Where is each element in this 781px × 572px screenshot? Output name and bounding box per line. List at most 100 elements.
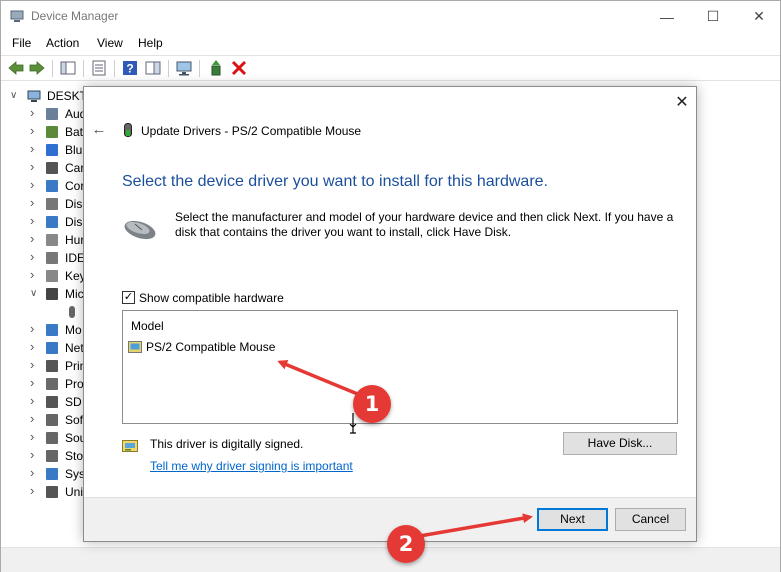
tree-item-label: Bat <box>65 125 84 139</box>
tree-item[interactable]: › IDE <box>1 249 91 267</box>
tree-item[interactable]: › Pro <box>1 375 91 393</box>
chevron-right-icon[interactable]: › <box>30 267 34 282</box>
mouse-device-icon <box>124 123 132 137</box>
processor-icon <box>46 378 58 390</box>
window-title: Device Manager <box>31 9 119 23</box>
tree-item[interactable]: › Sto <box>1 447 91 465</box>
tree-item-label: Net <box>65 341 84 355</box>
chevron-right-icon[interactable]: › <box>30 339 34 354</box>
signed-status-text: This driver is digitally signed. <box>150 437 304 451</box>
chevron-right-icon[interactable]: › <box>30 249 34 264</box>
chevron-right-icon[interactable]: › <box>30 393 34 408</box>
minimize-button[interactable]: — <box>644 1 690 32</box>
scan-hardware-icon[interactable] <box>175 59 193 77</box>
device-manager-icon <box>10 10 24 22</box>
chevron-right-icon[interactable]: › <box>30 195 34 210</box>
tree-item-label: Uni <box>65 485 84 499</box>
menu-bar: File Action View Help <box>1 32 780 54</box>
tree-item[interactable]: › Cor <box>1 177 91 195</box>
tree-item[interactable]: › Sou <box>1 429 91 447</box>
show-compatible-hardware-checkbox[interactable]: ✓ <box>122 291 135 304</box>
tree-root[interactable]: ∨ DESKTO <box>1 87 96 105</box>
chevron-right-icon[interactable]: › <box>30 465 34 480</box>
chevron-down-icon[interactable]: ∨ <box>30 288 37 299</box>
action-pane-icon[interactable] <box>144 59 162 77</box>
chevron-right-icon[interactable]: › <box>30 429 34 444</box>
chevron-right-icon[interactable]: › <box>30 105 34 120</box>
have-disk-button[interactable]: Have Disk... <box>563 432 677 455</box>
model-item-label: PS/2 Compatible Mouse <box>146 340 276 354</box>
title-bar: Device Manager — ☐ ✕ <box>1 1 780 32</box>
toolbar: ? <box>1 55 780 81</box>
back-arrow-icon[interactable] <box>7 59 25 77</box>
annotation-badge-2: 2 <box>387 525 425 563</box>
tree-item[interactable]: › Car <box>1 159 91 177</box>
tree-item[interactable]: › SD <box>1 393 91 411</box>
tree-item[interactable]: › Mo <box>1 321 91 339</box>
show-compatible-hardware-label[interactable]: Show compatible hardware <box>139 291 284 305</box>
properties-icon[interactable] <box>90 59 108 77</box>
tree-item[interactable]: › Net <box>1 339 91 357</box>
tree-item-label: Mo <box>65 323 82 337</box>
tree-item-label: SD <box>65 395 82 409</box>
chevron-right-icon[interactable]: › <box>30 231 34 246</box>
chevron-right-icon[interactable]: › <box>30 357 34 372</box>
chevron-right-icon[interactable]: › <box>30 375 34 390</box>
tree-item-label: Sof <box>65 413 84 427</box>
dialog-heading: Select the device driver you want to ins… <box>122 173 548 190</box>
tree-item-label: Sto <box>65 449 84 463</box>
back-button[interactable]: ← <box>90 121 108 139</box>
tree-item[interactable]: › Aud <box>1 105 91 123</box>
mouse-hardware-icon <box>124 220 156 240</box>
dialog-description: Select the manufacturer and model of you… <box>175 210 674 239</box>
model-list[interactable]: Model PS/2 Compatible Mouse <box>122 310 678 424</box>
tree-item[interactable]: › Key <box>1 267 91 285</box>
forward-arrow-icon[interactable] <box>28 59 46 77</box>
chevron-right-icon[interactable]: › <box>30 177 34 192</box>
system-icon <box>46 468 58 480</box>
help-icon[interactable]: ? <box>121 59 139 77</box>
chevron-right-icon[interactable]: › <box>30 411 34 426</box>
tree-item[interactable] <box>1 303 91 321</box>
maximize-button[interactable]: ☐ <box>690 1 736 32</box>
cancel-button[interactable]: Cancel <box>615 508 686 531</box>
tree-item[interactable]: ∨ Mic <box>1 285 91 303</box>
chevron-right-icon[interactable]: › <box>30 213 34 228</box>
chevron-right-icon[interactable]: › <box>30 321 34 336</box>
tree-item[interactable]: › Hur <box>1 231 91 249</box>
next-button[interactable]: Next <box>537 508 608 531</box>
chevron-right-icon[interactable]: › <box>30 483 34 498</box>
close-window-button[interactable]: ✕ <box>736 1 781 32</box>
tree-item[interactable]: › Disp <box>1 213 91 231</box>
show-hide-console-tree-icon[interactable] <box>59 59 77 77</box>
menu-action[interactable]: Action <box>46 36 79 50</box>
camera-icon <box>46 162 58 174</box>
tree-item[interactable]: › Sys <box>1 465 91 483</box>
chevron-right-icon[interactable]: › <box>30 123 34 138</box>
ide-icon <box>46 252 58 264</box>
dialog-close-button[interactable]: ✕ <box>671 93 693 113</box>
driver-signing-link[interactable]: Tell me why driver signing is important <box>150 459 353 473</box>
tree-item[interactable]: › Uni <box>1 483 91 501</box>
toolbar-separator <box>114 60 115 77</box>
menu-view[interactable]: View <box>97 36 123 50</box>
menu-file[interactable]: File <box>12 36 31 50</box>
tree-item[interactable]: › Blu <box>1 141 91 159</box>
chevron-down-icon[interactable]: ∨ <box>10 90 17 101</box>
chevron-right-icon[interactable]: › <box>30 159 34 174</box>
tree-item[interactable]: › Disl <box>1 195 91 213</box>
update-drivers-dialog: ✕ ← Update Drivers - PS/2 Compatible Mou… <box>83 86 697 542</box>
chevron-right-icon[interactable]: › <box>30 447 34 462</box>
annotation-badge-1: 1 <box>353 385 391 423</box>
tree-item-label: Pro <box>65 377 84 391</box>
tree-item[interactable]: › Sof <box>1 411 91 429</box>
update-driver-icon[interactable] <box>207 59 225 77</box>
speaker-icon <box>46 108 58 120</box>
tree-item[interactable]: › Bat <box>1 123 91 141</box>
tree-item-label: Disl <box>65 197 85 211</box>
digital-signature-icon <box>122 440 138 452</box>
uninstall-device-icon[interactable] <box>230 59 248 77</box>
tree-item[interactable]: › Prin <box>1 357 91 375</box>
chevron-right-icon[interactable]: › <box>30 141 34 156</box>
menu-help[interactable]: Help <box>138 36 163 50</box>
